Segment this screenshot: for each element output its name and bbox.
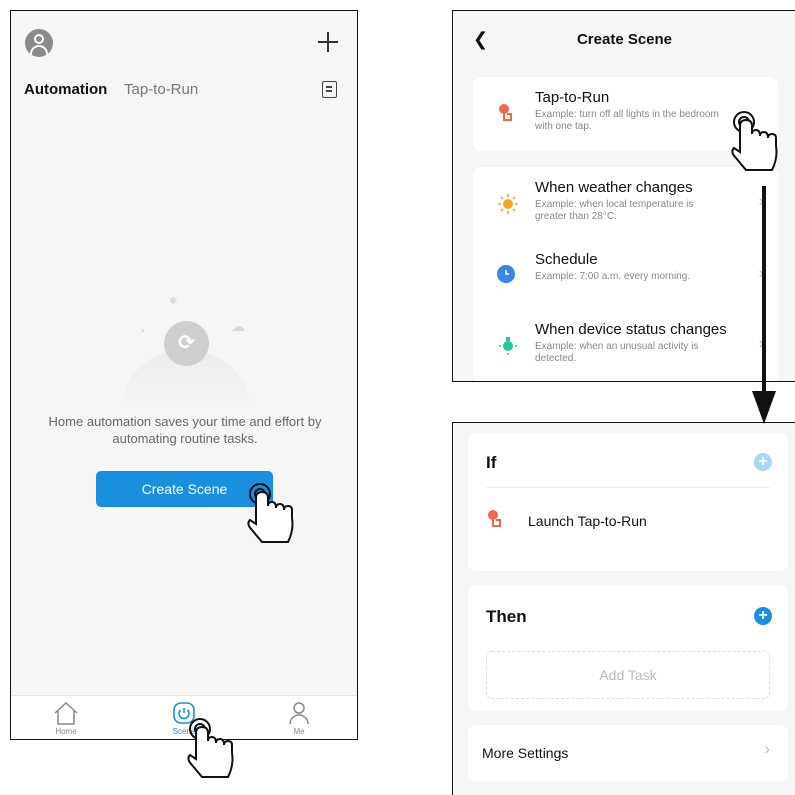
option-title: Tap-to-Run — [535, 89, 610, 106]
automation-loop-icon: ⟳ — [164, 321, 209, 366]
dot-icon: • — [141, 326, 145, 337]
chevron-right-icon: › — [764, 741, 770, 758]
cloud-icon: ☁ — [231, 318, 245, 334]
option-subtitle: Example: when an unusual activity is det… — [535, 341, 699, 364]
pointer-hand-icon — [246, 480, 296, 545]
empty-state-message: Home automation saves your time and effo… — [48, 414, 322, 446]
sparkle-icon: ✱ — [169, 296, 178, 307]
option-subtitle: Example: 7:00 a.m. every morning. — [535, 271, 691, 282]
option-subtitle: Example: when local temperature is great… — [535, 199, 694, 222]
add-condition-icon[interactable]: + — [754, 453, 772, 471]
option-title: When device status changes — [535, 321, 727, 338]
page-title: Create Scene — [576, 31, 673, 48]
list-icon[interactable] — [322, 81, 337, 98]
create-scene-screen: ❮ Create Scene Tap-to-Run Example: turn … — [452, 10, 795, 382]
avatar-body-icon — [30, 45, 48, 57]
divider — [486, 487, 770, 488]
nav-home[interactable]: Home — [36, 700, 96, 736]
add-task-button[interactable]: Add Task — [486, 651, 770, 699]
option-weather[interactable]: When weather changes Example: when local… — [473, 173, 778, 235]
bottom-navigation: Home Scene Me — [11, 695, 357, 739]
profile-avatar[interactable] — [25, 29, 53, 57]
nav-me-label: Me — [293, 727, 305, 736]
more-settings-label: More Settings — [482, 745, 569, 761]
option-device-status[interactable]: When device status changes Example: when… — [473, 315, 778, 377]
empty-state-illustration: ✱ • ☁ ⟳ — [121, 296, 251, 411]
flow-arrow-icon — [752, 186, 776, 424]
home-icon — [52, 700, 80, 726]
clock-icon — [497, 265, 515, 283]
option-subtitle: Example: turn off all lights in the bedr… — [535, 109, 719, 132]
if-card: If + Launch Tap-to-Run — [468, 433, 788, 571]
option-title: When weather changes — [535, 179, 693, 196]
nav-home-label: Home — [55, 727, 77, 736]
conditions-card: When weather changes Example: when local… — [473, 167, 778, 381]
if-item-label[interactable]: Launch Tap-to-Run — [528, 513, 647, 529]
then-title: Then — [486, 607, 527, 626]
sun-icon — [497, 193, 518, 214]
nav-me[interactable]: Me — [269, 700, 329, 736]
pointer-hand-icon — [730, 108, 780, 173]
then-card: Then + Add Task — [468, 585, 788, 711]
pointer-hand-icon — [186, 715, 236, 780]
add-task-plus-icon[interactable]: + — [754, 607, 772, 625]
option-title: Schedule — [535, 251, 598, 268]
tab-tap-to-run[interactable]: Tap-to-Run — [124, 81, 198, 98]
add-plus-icon[interactable] — [317, 31, 339, 53]
tab-automation[interactable]: Automation — [24, 81, 107, 98]
option-schedule[interactable]: Schedule Example: 7:00 a.m. every mornin… — [473, 245, 778, 307]
scene-editor-screen: If + Launch Tap-to-Run Then + Add Task M… — [452, 422, 795, 795]
avatar-head-icon — [34, 34, 44, 44]
bulb-icon — [497, 335, 517, 355]
if-title: If — [486, 453, 497, 472]
automation-screen: Automation Tap-to-Run ✱ • ☁ ⟳ Home autom… — [10, 10, 358, 740]
header: ❮ Create Scene — [453, 11, 795, 67]
more-settings-row[interactable]: More Settings › — [468, 725, 788, 781]
hand-tap-icon — [486, 509, 504, 536]
person-icon — [285, 700, 313, 726]
hand-tap-icon — [497, 103, 515, 121]
